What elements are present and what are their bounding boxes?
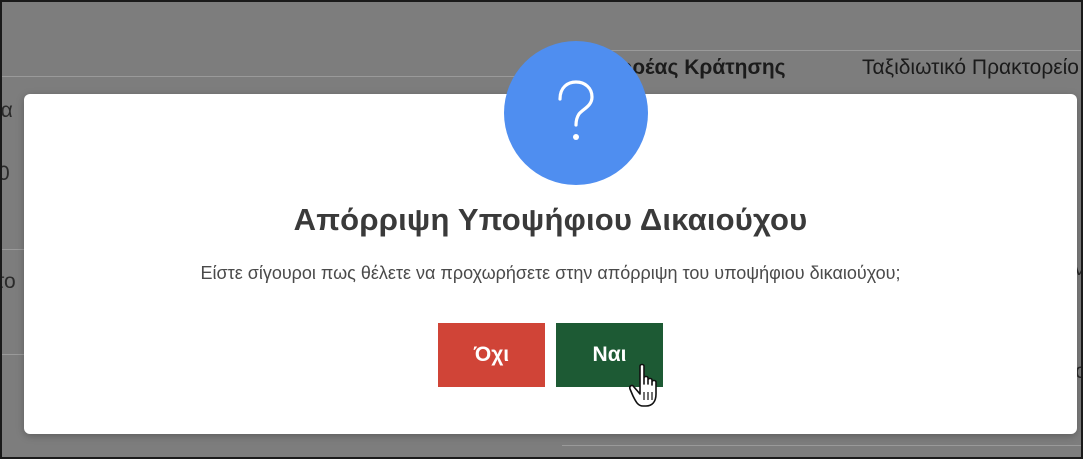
confirm-reject-dialog: Απόρριψη Υποψήφιου Δικαιούχου Είστε σίγο… <box>24 41 1077 434</box>
background-cell-fragment: το <box>2 270 16 293</box>
screen: Φορέας Κράτησης Ταξιδιωτικό Πρακτορείο ι… <box>0 0 1083 459</box>
background-divider <box>2 249 24 250</box>
cancel-button[interactable]: Όχι <box>438 323 545 387</box>
background-divider <box>2 76 562 77</box>
dialog-title: Απόρριψη Υποψήφιου Δικαιούχου <box>293 202 808 237</box>
question-mark-glyph <box>558 80 594 140</box>
background-divider <box>562 50 1081 51</box>
background-divider <box>562 445 1081 446</box>
background-cell-fragment: ια <box>0 99 13 122</box>
hand-pointer-icon <box>629 363 657 407</box>
dialog-message: Είστε σίγουροι πως θέλετε να προχωρήσετε… <box>200 263 901 283</box>
background-cell-fragment: 0 <box>2 162 10 186</box>
background-divider <box>2 354 24 355</box>
column-header-travel-agency: Ταξιδιωτικό Πρακτορείο <box>862 56 1079 79</box>
question-mark-icon <box>504 41 648 185</box>
